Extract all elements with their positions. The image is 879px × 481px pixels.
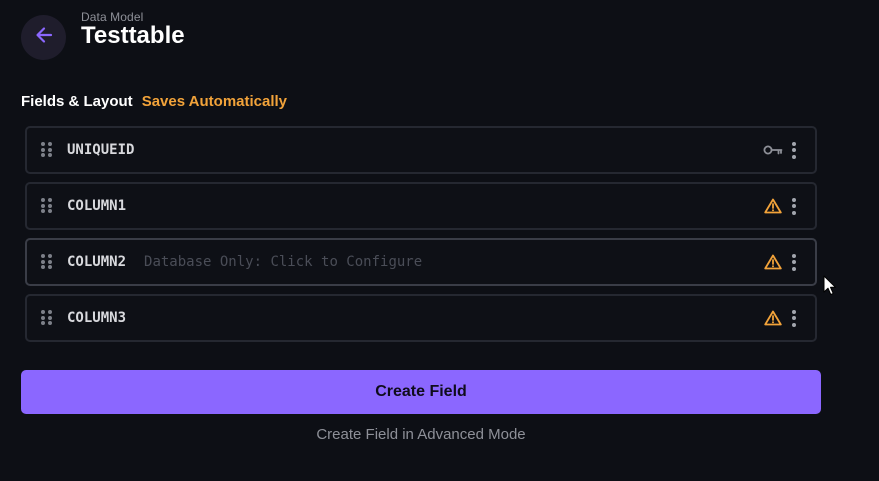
field-hint: Database Only: Click to Configure [144,254,423,270]
arrow-left-icon [34,25,54,50]
drag-handle-icon[interactable] [41,310,53,326]
field-name: COLUMN3 [67,310,127,326]
autosave-status: Saves Automatically [141,93,288,110]
warning-icon [763,252,783,272]
create-field-button[interactable]: Create Field [21,370,821,414]
field-name: UNIQUEID [67,142,135,158]
page-title: Testtable [81,22,185,49]
field-row-column3[interactable]: COLUMN3 [25,294,817,342]
drag-handle-icon[interactable] [41,198,53,214]
field-row-uniqueid[interactable]: UNIQUEID [25,126,817,174]
field-menu-button[interactable] [787,139,801,161]
field-name: COLUMN2 [67,254,127,270]
section-label: Fields & Layout [21,93,133,110]
create-field-advanced-link[interactable]: Create Field in Advanced Mode [21,426,821,443]
field-name: COLUMN1 [67,198,127,214]
warning-icon [763,308,783,328]
field-row-column2[interactable]: COLUMN2 Database Only: Click to Configur… [25,238,817,286]
drag-handle-icon[interactable] [41,142,53,158]
back-button[interactable] [21,15,66,60]
section-header: Fields & Layout Saves Automatically [21,93,287,110]
warning-icon [763,196,783,216]
key-icon [763,140,783,160]
field-menu-button[interactable] [787,307,801,329]
field-menu-button[interactable] [787,251,801,273]
field-row-column1[interactable]: COLUMN1 [25,182,817,230]
field-menu-button[interactable] [787,195,801,217]
field-list: UNIQUEID COLUMN1 COLUMN2 Database Only: … [25,126,817,350]
mouse-cursor-icon [823,275,837,302]
drag-handle-icon[interactable] [41,254,53,270]
